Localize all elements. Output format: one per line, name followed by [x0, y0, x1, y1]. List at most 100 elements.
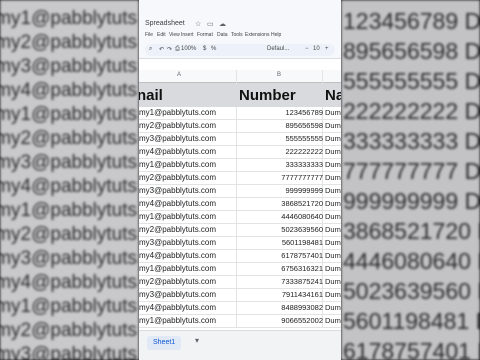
- zoom-select[interactable]: 100%: [181, 46, 196, 52]
- number-cell[interactable]: 3868521720: [281, 199, 323, 208]
- background-email-text: my1@pabblytuts: [0, 200, 137, 221]
- table-row: my4@pabblytuts.com 222222222Dummy: [139, 146, 341, 159]
- number-cell[interactable]: 8488993082: [281, 303, 323, 312]
- table-row: my2@pabblytuts.com 7333875241Dummy: [139, 276, 341, 289]
- column-header-b[interactable]: B: [269, 72, 289, 78]
- email-cell[interactable]: my1@pabblytuts.com: [139, 160, 216, 169]
- table-row: my4@pabblytuts.com 6178757401Dummy: [139, 250, 341, 263]
- email-cell[interactable]: my2@pabblytuts.com: [139, 121, 216, 130]
- top-toolbar: Spreadsheet ☆ ▭ ☁ File Edit View Insert Form…: [139, 0, 341, 69]
- background-number-text: 5023639560 Dum: [343, 278, 480, 304]
- undo-icon[interactable]: ↶: [159, 46, 164, 53]
- number-cell[interactable]: 9066552002: [281, 316, 323, 325]
- name-cell[interactable]: Dummy: [325, 147, 341, 156]
- font-select[interactable]: Defaul...: [267, 46, 289, 52]
- menu-item-data[interactable]: Data: [217, 32, 228, 38]
- name-cell[interactable]: Dummy: [325, 316, 341, 325]
- name-cell[interactable]: Dummy: [325, 277, 341, 286]
- number-cell[interactable]: 7333875241: [281, 277, 323, 286]
- font-size-minus[interactable]: −: [305, 46, 309, 52]
- email-cell[interactable]: my3@pabblytuts.com: [139, 290, 216, 299]
- name-cell[interactable]: Dummy: [325, 303, 341, 312]
- number-cell[interactable]: 895656598: [285, 121, 323, 130]
- number-cell[interactable]: 5023639560: [281, 225, 323, 234]
- name-cell[interactable]: Dummy: [325, 238, 341, 247]
- number-cell[interactable]: 333333333: [285, 160, 323, 169]
- background-email-text: my4@pabblytuts: [0, 176, 137, 197]
- background-email-text: my3@pabblytuts: [0, 248, 137, 269]
- background-number-text: 4446080640 Dum: [343, 248, 480, 274]
- menu-item-file[interactable]: File: [145, 32, 153, 38]
- email-cell[interactable]: my1@pabblytuts.com: [139, 108, 216, 117]
- number-cell[interactable]: 555555555: [285, 134, 323, 143]
- name-cell[interactable]: Dummy: [325, 186, 341, 195]
- name-cell[interactable]: Dummy: [325, 225, 341, 234]
- number-cell[interactable]: 6178757401: [281, 251, 323, 260]
- sheet-menu-icon[interactable]: ▾: [195, 336, 199, 345]
- number-cell[interactable]: 123456789: [285, 108, 323, 117]
- name-cell[interactable]: Dummy: [325, 121, 341, 130]
- redo-icon[interactable]: ↷: [167, 46, 172, 53]
- email-cell[interactable]: my3@pabblytuts.com: [139, 238, 216, 247]
- font-size-value[interactable]: 10: [313, 46, 320, 52]
- menu-item-view[interactable]: View: [169, 32, 180, 38]
- sheet-tabs-bar: Sheet1 ▾: [139, 330, 341, 360]
- menu-item-edit[interactable]: Edit: [157, 32, 166, 38]
- menu-item-insert[interactable]: Insert: [181, 32, 194, 38]
- email-cell[interactable]: my4@pabblytuts.com: [139, 147, 216, 156]
- currency-icon[interactable]: $: [203, 46, 206, 52]
- search-icon[interactable]: ⌕: [149, 46, 152, 53]
- name-cell[interactable]: Dummy: [325, 212, 341, 221]
- menu-item-tools[interactable]: Tools: [231, 32, 243, 38]
- document-title[interactable]: Spreadsheet: [145, 20, 185, 27]
- number-cell[interactable]: 999999999: [285, 186, 323, 195]
- email-cell[interactable]: my3@pabblytuts.com: [139, 186, 216, 195]
- email-cell[interactable]: my1@pabblytuts.com: [139, 264, 216, 273]
- print-icon[interactable]: ⎙: [175, 46, 180, 53]
- header-name[interactable]: Na: [325, 87, 341, 104]
- background-number-text: 333333333 Dum: [343, 128, 480, 154]
- star-icon[interactable]: ☆: [195, 20, 201, 28]
- number-cell[interactable]: 222222222: [285, 147, 323, 156]
- header-email[interactable]: nail: [139, 87, 163, 104]
- email-cell[interactable]: my2@pabblytuts.com: [139, 225, 216, 234]
- name-cell[interactable]: Dummy: [325, 251, 341, 260]
- email-cell[interactable]: my4@pabblytuts.com: [139, 251, 216, 260]
- name-cell[interactable]: Dummy: [325, 108, 341, 117]
- email-cell[interactable]: my1@pabblytuts.com: [139, 316, 216, 325]
- name-cell[interactable]: Dummy: [325, 173, 341, 182]
- background-number-text: 123456789 Dum: [343, 8, 480, 34]
- number-cell[interactable]: 6756316321: [281, 264, 323, 273]
- percent-icon[interactable]: %: [211, 46, 216, 52]
- number-cell[interactable]: 4446080640: [281, 212, 323, 221]
- background-email-text: my3@pabblytuts: [0, 344, 137, 360]
- column-header-a[interactable]: A: [169, 72, 189, 78]
- table-row: my3@pabblytuts.com 999999999Dummy: [139, 185, 341, 198]
- name-cell[interactable]: Dummy: [325, 199, 341, 208]
- table-row: my2@pabblytuts.com 895656598Dummy: [139, 120, 341, 133]
- number-cell[interactable]: 5601198481: [282, 238, 323, 247]
- font-size-plus[interactable]: +: [325, 46, 329, 52]
- background-number-text: 895656598 Dum: [343, 38, 480, 64]
- background-number-text: 6178757401 Dum: [343, 338, 480, 360]
- name-cell[interactable]: Dummy: [325, 290, 341, 299]
- email-cell[interactable]: my4@pabblytuts.com: [139, 199, 216, 208]
- header-number[interactable]: Number: [239, 87, 296, 104]
- menu-item-help[interactable]: Help: [271, 32, 281, 38]
- email-cell[interactable]: my3@pabblytuts.com: [139, 134, 216, 143]
- name-cell[interactable]: Dummy: [325, 264, 341, 273]
- background-email-text: my4@pabblytuts: [0, 272, 137, 293]
- email-cell[interactable]: my2@pabblytuts.com: [139, 277, 216, 286]
- move-folder-icon[interactable]: ▭: [207, 20, 214, 28]
- name-cell[interactable]: Dummy: [325, 160, 341, 169]
- menu-item-extensions[interactable]: Extensions: [245, 32, 269, 38]
- email-cell[interactable]: my1@pabblytuts.com: [139, 212, 216, 221]
- sheet-tab-sheet1[interactable]: Sheet1: [147, 336, 182, 350]
- email-cell[interactable]: my4@pabblytuts.com: [139, 303, 216, 312]
- menu-item-format[interactable]: Format: [197, 32, 213, 38]
- name-cell[interactable]: Dummy: [325, 134, 341, 143]
- number-cell[interactable]: 7777777777: [281, 173, 323, 182]
- number-cell[interactable]: 7911434161: [282, 290, 323, 299]
- email-cell[interactable]: my2@pabblytuts.com: [139, 173, 216, 182]
- formula-bar[interactable]: [139, 58, 341, 69]
